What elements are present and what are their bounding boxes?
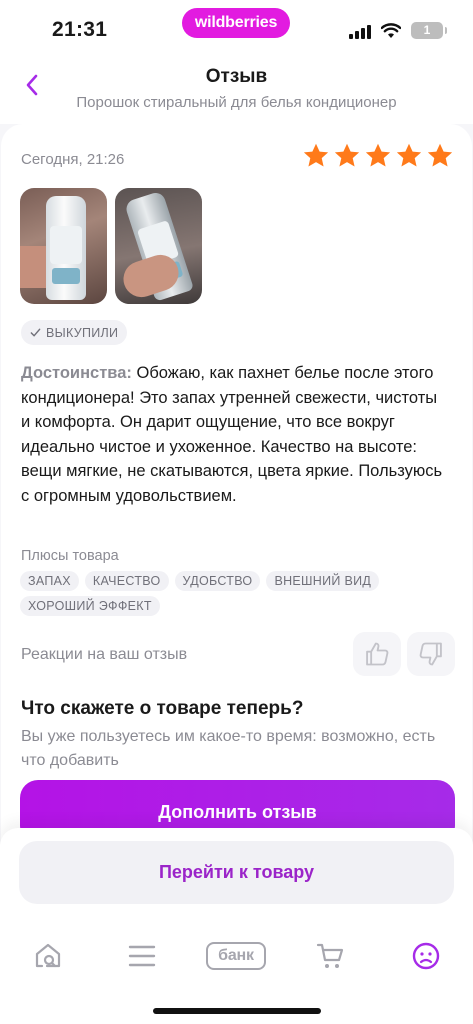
- bought-label: ВЫКУПИЛИ: [46, 325, 119, 340]
- tab-cart[interactable]: [313, 938, 349, 974]
- back-button[interactable]: [18, 70, 46, 100]
- page-title: Отзыв: [205, 66, 268, 87]
- cta-title: Что скажете о товаре теперь?: [21, 698, 304, 719]
- pros-tag: ВНЕШНИЙ ВИД: [266, 571, 380, 591]
- dislike-button[interactable]: [407, 632, 455, 676]
- pros-tag: КАЧЕСТВО: [84, 571, 169, 591]
- wifi-icon: [381, 22, 401, 38]
- star-icon: [427, 143, 453, 167]
- reactions-label: Реакции на ваш отзыв: [21, 646, 188, 663]
- pros-tag: ХОРОШИЙ ЭФФЕКТ: [20, 596, 160, 616]
- bank-label: банк: [206, 942, 266, 970]
- profile-icon: [412, 942, 440, 970]
- pros-title: Плюсы товара: [21, 548, 119, 564]
- review-text: Достоинства: Обожаю, как пахнет белье по…: [21, 361, 446, 509]
- thumbs-up-icon: [366, 642, 389, 666]
- rating-stars: [302, 142, 454, 170]
- star-icon: [396, 143, 422, 167]
- review-photo-1[interactable]: [20, 188, 107, 304]
- review-photos: [20, 188, 202, 304]
- thumbs-down-icon: [419, 642, 442, 666]
- tab-profile[interactable]: [408, 938, 444, 974]
- like-button[interactable]: [353, 632, 401, 676]
- star-icon: [303, 143, 329, 167]
- tab-home[interactable]: [30, 938, 66, 974]
- status-bar: 21:31 wildberries 1: [0, 0, 473, 56]
- menu-icon: [128, 945, 156, 967]
- home-search-icon: [35, 943, 61, 968]
- check-icon: [30, 328, 41, 337]
- status-icons: 1: [349, 22, 447, 39]
- chevron-left-icon: [26, 74, 38, 96]
- status-time: 21:31: [52, 18, 108, 41]
- review-card: Сегодня, 21:26 ВЫКУПИЛИ Достоинства: Обо…: [1, 124, 472, 844]
- review-pros-lead: Достоинства:: [21, 364, 132, 382]
- review-photo-2[interactable]: [115, 188, 202, 304]
- battery-icon: 1: [411, 22, 447, 39]
- tab-catalog[interactable]: [124, 938, 160, 974]
- review-date: Сегодня, 21:26: [21, 151, 125, 168]
- bought-badge: ВЫКУПИЛИ: [21, 320, 128, 345]
- pros-tag: ЗАПАХ: [20, 571, 79, 591]
- bottom-panel: Перейти к товару банк: [0, 828, 473, 1024]
- pros-tag: УДОБСТВО: [174, 571, 261, 591]
- tab-bar: банк: [0, 938, 473, 988]
- cart-icon: [316, 943, 344, 968]
- signal-icon: [349, 23, 371, 39]
- cta-subtitle: Вы уже пользуетесь им какое-то время: во…: [21, 728, 436, 769]
- review-body: Обожаю, как пахнет белье после этого кон…: [21, 364, 443, 505]
- bottle-shape: [46, 196, 86, 300]
- brand-logo[interactable]: wildberries: [182, 8, 290, 38]
- product-name: Порошок стиральный для белья кондиционер: [76, 94, 397, 111]
- star-icon: [365, 143, 391, 167]
- home-indicator: [153, 1008, 321, 1014]
- go-to-product-button[interactable]: Перейти к товару: [19, 841, 454, 904]
- star-icon: [334, 143, 360, 167]
- pros-tags: ЗАПАХ КАЧЕСТВО УДОБСТВО ВНЕШНИЙ ВИД ХОРО…: [20, 571, 440, 616]
- page-header: Отзыв Порошок стиральный для белья конди…: [0, 60, 473, 120]
- tab-bank[interactable]: банк: [204, 938, 268, 974]
